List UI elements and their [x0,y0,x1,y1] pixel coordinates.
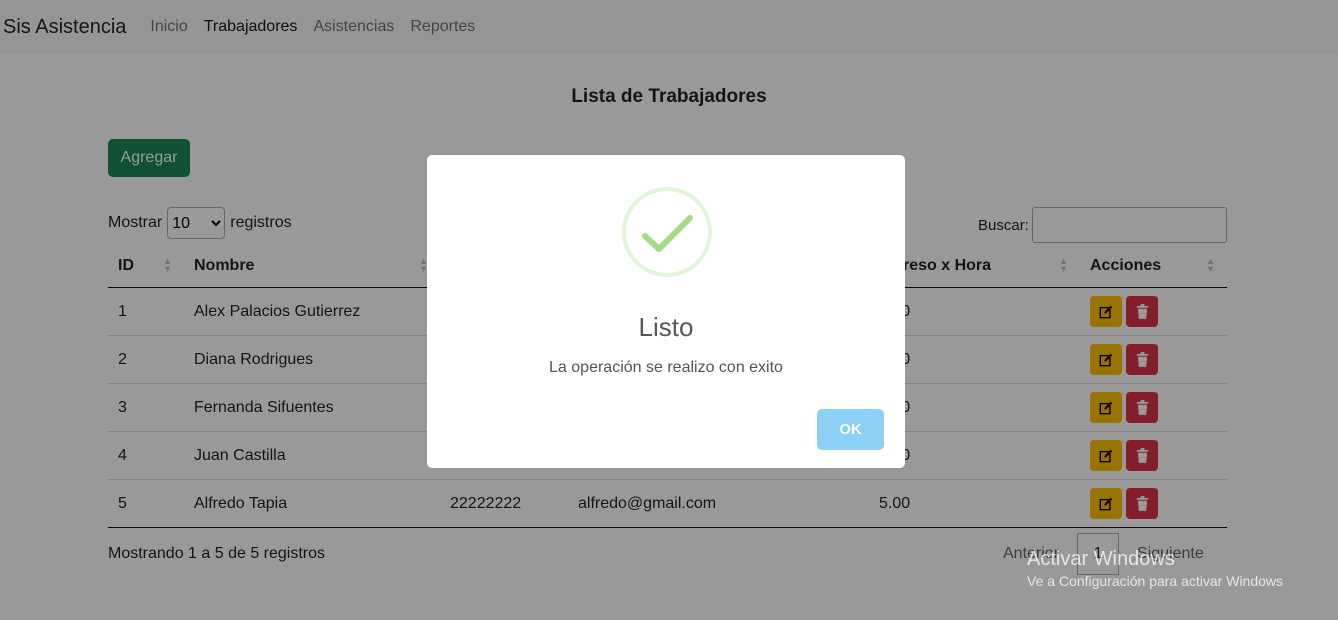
success-dialog: Listo La operación se realizo con exito … [427,155,905,468]
windows-activation-watermark: Activar Windows Ve a Configuración para … [1027,548,1283,589]
dialog-title: Listo [638,312,694,342]
watermark-title: Activar Windows [1027,548,1175,570]
checkmark-icon [642,215,693,252]
ok-button[interactable]: OK [817,409,884,450]
watermark-subtitle: Ve a Configuración para activar Windows [1027,573,1284,589]
success-icon-ring [622,187,712,277]
dialog-message: La operación se realizo con exito [549,359,783,376]
